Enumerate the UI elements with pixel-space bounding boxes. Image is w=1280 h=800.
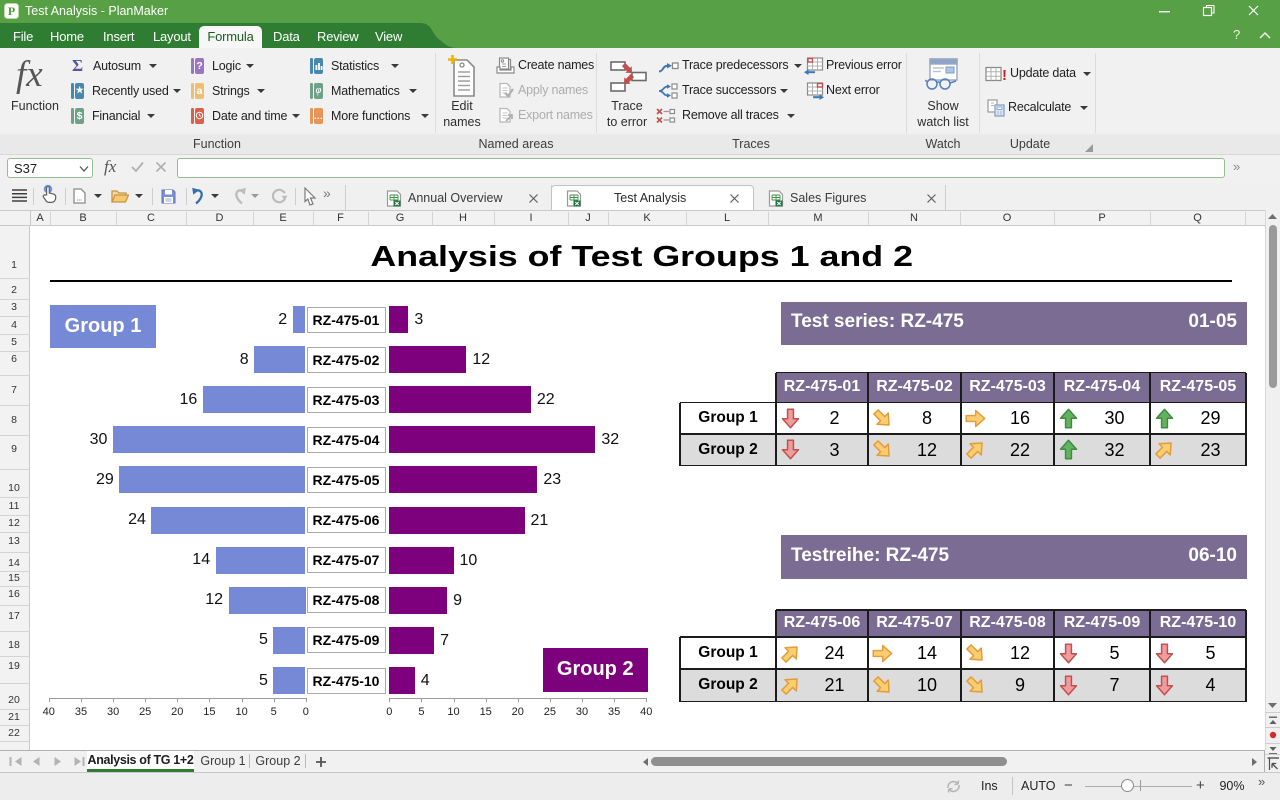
svg-text:!: ! <box>1002 67 1007 83</box>
